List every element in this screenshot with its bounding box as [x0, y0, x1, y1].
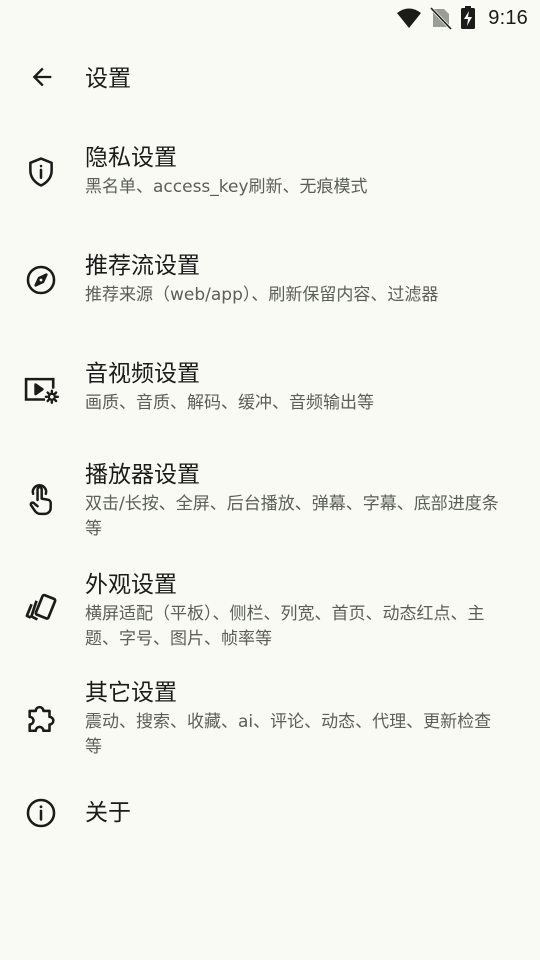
status-icons: 9:16: [396, 6, 528, 30]
settings-item-label: 音视频设置: [85, 361, 200, 387]
settings-item-player[interactable]: 播放器设置 双击/长按、全屏、后台播放、弹幕、字幕、底部进度条等: [0, 456, 540, 548]
settings-item-appearance[interactable]: 外观设置 横屏适配（平板）、侧栏、列宽、首页、动态红点、主题、字号、图片、帧率等: [0, 566, 540, 658]
cards-icon: [21, 588, 61, 628]
settings-item-desc: 震动、搜索、收藏、ai、评论、动态、代理、更新检查等: [85, 712, 492, 757]
compass-icon: [21, 260, 61, 300]
settings-item-label: 播放器设置: [85, 462, 200, 488]
no-sim-icon: [430, 6, 453, 30]
settings-item-desc: 横屏适配（平板）、侧栏、列宽、首页、动态红点、主题、字号、图片、帧率等: [85, 604, 485, 649]
settings-item-label: 外观设置: [85, 572, 177, 598]
settings-item-audio-video[interactable]: 音视频设置 画质、音质、解码、缓冲、音频输出等: [0, 354, 540, 434]
wifi-icon: [396, 7, 422, 29]
settings-item-desc: 双击/长按、全屏、后台播放、弹幕、字幕、底部进度条等: [85, 494, 499, 539]
info-icon: [21, 793, 61, 833]
settings-item-other[interactable]: 其它设置 震动、搜索、收藏、ai、评论、动态、代理、更新检查等: [0, 674, 540, 766]
settings-item-desc: 黑名单、access_key刷新、无痕模式: [85, 177, 368, 197]
settings-item-label: 隐私设置: [85, 145, 177, 171]
settings-item-label: 推荐流设置: [85, 253, 200, 279]
settings-item-about[interactable]: 关于: [0, 786, 540, 842]
settings-item-desc: 推荐来源（web/app）、刷新保留内容、过滤器: [85, 285, 439, 305]
settings-item-label: 关于: [85, 800, 131, 826]
page-title: 设置: [85, 66, 131, 92]
settings-item-label: 其它设置: [85, 680, 177, 706]
arrow-back-icon: [28, 63, 56, 95]
clock: 9:16: [488, 6, 528, 29]
touch-hand-icon: [21, 480, 61, 520]
app-bar: 设置: [0, 46, 540, 112]
battery-charging-icon: [460, 6, 476, 30]
video-settings-icon: [21, 370, 61, 410]
puzzle-icon: [21, 698, 61, 738]
shield-info-icon: [21, 152, 61, 192]
status-bar: 9:16: [0, 0, 540, 36]
back-button[interactable]: [18, 58, 66, 100]
settings-item-desc: 画质、音质、解码、缓冲、音频输出等: [85, 393, 374, 413]
settings-item-privacy[interactable]: 隐私设置 黑名单、access_key刷新、无痕模式: [0, 138, 540, 218]
settings-item-feed[interactable]: 推荐流设置 推荐来源（web/app）、刷新保留内容、过滤器: [0, 246, 540, 326]
